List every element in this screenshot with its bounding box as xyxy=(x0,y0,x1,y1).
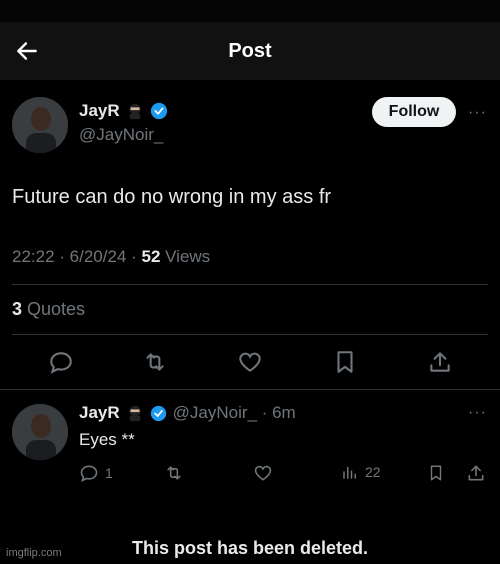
views-count: 52 xyxy=(141,247,161,266)
divider xyxy=(12,334,488,335)
ninja-emoji-icon xyxy=(129,405,141,422)
quotes-label: Quotes xyxy=(22,299,86,319)
quotes-link[interactable]: 3 Quotes xyxy=(12,299,85,320)
reply-retweet-button[interactable] xyxy=(164,463,184,483)
author-name[interactable]: JayR xyxy=(79,101,120,121)
reply-icon xyxy=(80,465,98,483)
status-strip xyxy=(0,0,500,22)
deleted-notice: This post has been deleted. xyxy=(131,538,369,558)
reply-like-button[interactable] xyxy=(253,463,273,483)
more-icon[interactable]: ··· xyxy=(468,404,487,422)
retweet-icon xyxy=(167,466,181,480)
timestamp: 22:22 · 6/20/24 · xyxy=(12,247,142,266)
bookmark-icon[interactable] xyxy=(332,349,358,375)
like-icon xyxy=(254,465,272,481)
reply-share-button[interactable] xyxy=(466,463,486,483)
views-icon xyxy=(343,466,356,479)
divider xyxy=(0,389,500,390)
reply-text: Eyes ** xyxy=(79,430,135,449)
bookmark-icon xyxy=(430,465,442,481)
retweet-icon[interactable] xyxy=(142,349,168,375)
reply-bookmark-button[interactable] xyxy=(427,463,445,483)
reply-avatar[interactable] xyxy=(12,404,68,460)
reply-count: 1 xyxy=(105,465,113,481)
share-icon xyxy=(468,465,484,481)
tweet-meta: 22:22 · 6/20/24 · 52 Views xyxy=(12,247,210,267)
tweet-text: Future can do no wrong in my ass fr xyxy=(12,186,332,208)
page-title: Post xyxy=(228,40,272,62)
author-handle[interactable]: @JayNoir_ xyxy=(79,125,163,145)
quotes-count: 3 xyxy=(12,299,23,319)
views-label: Views xyxy=(160,247,211,266)
avatar[interactable] xyxy=(12,97,68,153)
reply-handle-time[interactable]: @JayNoir_ · 6m xyxy=(173,403,296,423)
share-icon[interactable] xyxy=(427,349,453,375)
verified-badge-icon xyxy=(150,405,166,421)
reply-author-name[interactable]: JayR xyxy=(79,403,120,423)
watermark: imgflip.com xyxy=(6,547,62,559)
divider xyxy=(12,284,488,285)
top-bar: Post xyxy=(0,22,500,80)
verified-badge-icon xyxy=(150,102,167,120)
reply-reply-button[interactable]: 1 xyxy=(79,463,113,483)
author-row: JayR xyxy=(79,101,168,121)
reply-views[interactable]: 22 xyxy=(341,463,381,481)
follow-button[interactable]: Follow xyxy=(372,97,456,127)
ninja-emoji-icon xyxy=(129,103,141,120)
more-icon[interactable]: ··· xyxy=(468,104,487,122)
reply-views-count: 22 xyxy=(365,464,381,480)
reply-icon[interactable] xyxy=(48,349,74,375)
reply-author-row: JayR @JayNoir_ · 6m xyxy=(79,403,296,423)
like-icon[interactable] xyxy=(237,349,263,375)
